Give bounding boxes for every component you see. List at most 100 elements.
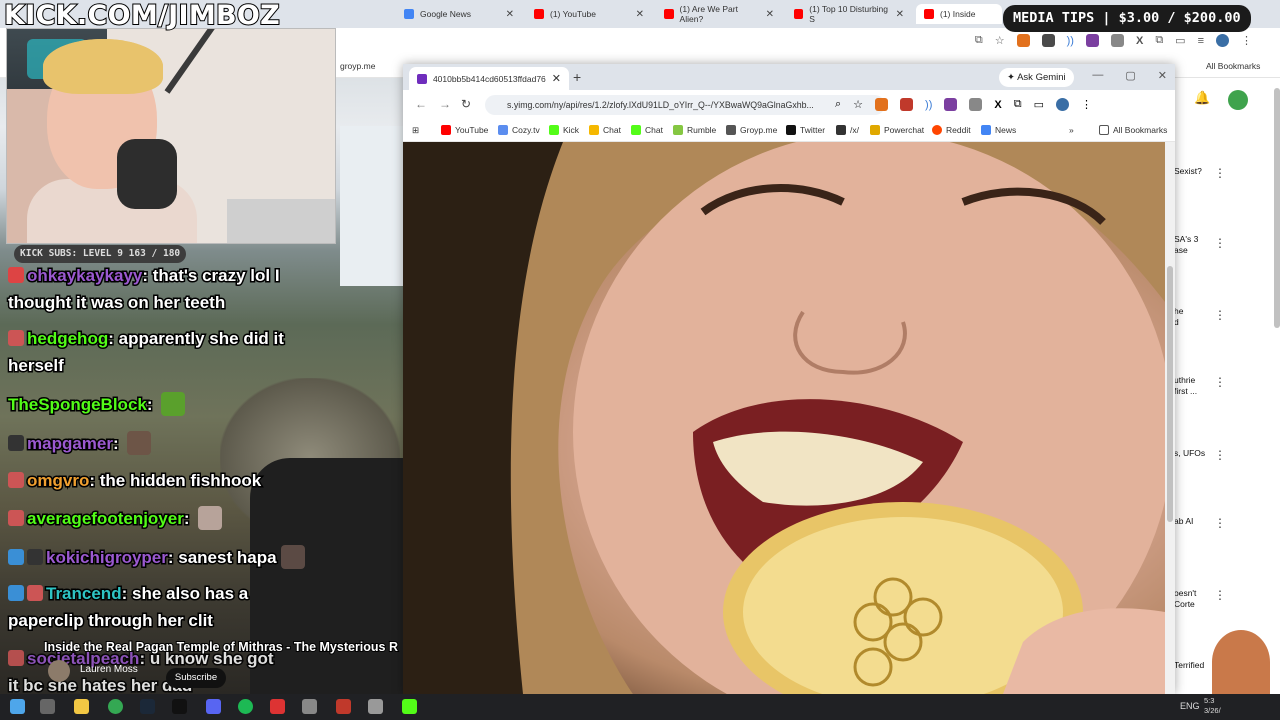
close-icon[interactable]: ✕	[552, 72, 561, 85]
outer-tab-youtube[interactable]: (1) YouTube ✕	[526, 4, 652, 24]
menu-icon[interactable]: ⋮	[1241, 34, 1252, 47]
media-icon[interactable]: ≡	[1198, 35, 1204, 47]
bookmark-groyp[interactable]: groyp.me	[340, 61, 375, 71]
zoom-icon[interactable]: ⌕	[835, 98, 841, 111]
spotify-icon[interactable]	[238, 699, 253, 714]
more-icon[interactable]: ⋮	[1214, 375, 1226, 389]
language-indicator[interactable]: ENG	[1180, 701, 1200, 711]
new-tab-icon[interactable]: +	[573, 69, 581, 85]
task-view-icon[interactable]	[40, 699, 55, 714]
apps-grid-icon[interactable]: ⊞	[412, 125, 419, 136]
metamask-icon[interactable]	[1016, 34, 1030, 47]
related-video-5[interactable]: s, UFOs	[1174, 448, 1205, 459]
s-icon[interactable]	[1110, 34, 1124, 47]
close-icon[interactable]: ✕	[636, 9, 644, 20]
discord-icon[interactable]	[206, 699, 221, 714]
star-icon[interactable]: ☆	[995, 34, 1005, 47]
more-icon[interactable]: ⋮	[1214, 236, 1226, 250]
more-icon[interactable]: ⋮	[1214, 588, 1226, 602]
metamask-icon[interactable]	[875, 98, 889, 111]
bookmark-groyp[interactable]: Groyp.me	[726, 125, 777, 135]
sidebar-icon[interactable]: ▭	[1034, 98, 1044, 111]
subscribe-button[interactable]: Subscribe	[166, 668, 226, 688]
bookmark-kick[interactable]: Kick	[549, 125, 579, 135]
more-icon[interactable]: ⋮	[1214, 516, 1226, 530]
chrome-icon[interactable]	[108, 699, 123, 714]
related-video-2[interactable]: SA's 3 ase	[1174, 234, 1198, 256]
bookmark-x-board[interactable]: /x/	[836, 125, 859, 135]
close-icon[interactable]: ✕	[506, 9, 514, 20]
bookmark-cozy[interactable]: Cozy.tv	[498, 125, 540, 135]
wave-icon[interactable]: ))	[925, 99, 932, 111]
close-icon[interactable]: ✕	[896, 9, 904, 20]
scrollbar-thumb[interactable]	[1167, 266, 1173, 522]
related-video-3[interactable]: he d	[1174, 306, 1183, 328]
file-explorer-icon[interactable]	[74, 699, 89, 714]
wave-icon[interactable]: ))	[1067, 35, 1074, 47]
clock[interactable]: 5:3 3/26/	[1204, 696, 1221, 716]
outer-all-bookmarks[interactable]: All Bookmarks	[1206, 61, 1260, 71]
more-icon[interactable]: ⋮	[1214, 166, 1226, 180]
url-input[interactable]: s.yimg.com/ny/api/res/1.2/zlofy.lXdU91LD…	[485, 95, 885, 115]
app-icon[interactable]	[270, 699, 285, 714]
app-icon[interactable]	[302, 699, 317, 714]
s-icon[interactable]	[969, 98, 983, 111]
forward-icon[interactable]: →	[439, 97, 451, 111]
related-video-6[interactable]: ab AI	[1174, 516, 1193, 527]
sidebar-icon[interactable]: ▭	[1175, 34, 1185, 47]
scrollbar[interactable]	[1274, 88, 1280, 328]
close-icon[interactable]: ✕	[766, 9, 774, 20]
menu-icon[interactable]: ⋮	[1081, 98, 1092, 111]
shield-icon[interactable]	[900, 98, 914, 111]
outer-tab-disturbing[interactable]: (1) Top 10 Disturbing S ✕	[786, 4, 912, 24]
outer-tab-alien[interactable]: (1) Are We Part Alien? ✕	[656, 4, 782, 24]
star-icon[interactable]: ☆	[853, 98, 863, 111]
outer-tab-google-news[interactable]: Google News ✕	[396, 4, 522, 24]
bookmark-chat[interactable]: Chat	[589, 125, 621, 135]
app-icon[interactable]	[368, 699, 383, 714]
back-icon[interactable]: ←	[415, 97, 427, 111]
app-icon[interactable]	[336, 699, 351, 714]
ask-gemini-button[interactable]: ✦ Ask Gemini	[999, 68, 1074, 87]
related-video-4[interactable]: uthrie first ...	[1174, 375, 1197, 397]
bookmark-youtube[interactable]: YouTube	[441, 125, 488, 135]
puzzle-icon[interactable]: ⧉	[1014, 98, 1022, 111]
user-avatar[interactable]	[1228, 90, 1248, 110]
channel-avatar[interactable]	[48, 660, 70, 682]
minimize-icon[interactable]: —	[1092, 69, 1103, 82]
bell-icon[interactable]: 🔔	[1194, 90, 1210, 105]
youtube-video-title[interactable]: Inside the Real Pagan Temple of Mithras …	[43, 639, 399, 655]
profile-avatar-icon[interactable]	[1055, 98, 1069, 111]
more-icon[interactable]: ⋮	[1214, 448, 1226, 462]
twitch-icon[interactable]	[1085, 34, 1099, 47]
popup-all-bookmarks[interactable]: All Bookmarks	[1099, 125, 1167, 135]
bookmark-reddit[interactable]: Reddit	[932, 125, 971, 135]
popup-tab[interactable]: 4010bb5b414cd60513ffdad76 ✕	[409, 67, 569, 90]
bookmark-twitter[interactable]: Twitter	[786, 125, 825, 135]
puzzle-icon[interactable]: ⧉	[1155, 34, 1163, 47]
terminal-icon[interactable]	[172, 699, 187, 714]
close-window-icon[interactable]: ✕	[1158, 69, 1167, 82]
popup-scrollbar[interactable]	[1165, 142, 1175, 694]
more-bookmarks-icon[interactable]: »	[1069, 125, 1074, 135]
related-video-8[interactable]: Terrified	[1174, 660, 1204, 671]
related-video-7[interactable]: oesn't Corte	[1174, 588, 1196, 610]
windows-start-icon[interactable]	[10, 699, 25, 714]
bookmark-news[interactable]: News	[981, 125, 1016, 135]
more-icon[interactable]: ⋮	[1214, 308, 1226, 322]
shield-icon[interactable]	[1041, 34, 1055, 47]
bookmark-powerchat[interactable]: Powerchat	[870, 125, 924, 135]
x-icon[interactable]: X	[994, 99, 1001, 111]
obs-icon[interactable]	[402, 699, 417, 714]
bookmark-chat-2[interactable]: Chat	[631, 125, 663, 135]
x-icon[interactable]: X	[1136, 35, 1143, 47]
maximize-icon[interactable]: ▢	[1125, 69, 1135, 82]
twitch-icon[interactable]	[944, 98, 958, 111]
youtube-channel-name[interactable]: Lauren Moss	[80, 664, 138, 675]
outer-tab-inside[interactable]: (1) Inside	[916, 4, 1002, 24]
related-video-1[interactable]: Sexist?	[1174, 166, 1202, 177]
reload-icon[interactable]: ↻	[461, 97, 471, 111]
cast-icon[interactable]: ⧉	[975, 34, 983, 47]
bookmark-rumble[interactable]: Rumble	[673, 125, 716, 135]
steam-icon[interactable]	[140, 699, 155, 714]
